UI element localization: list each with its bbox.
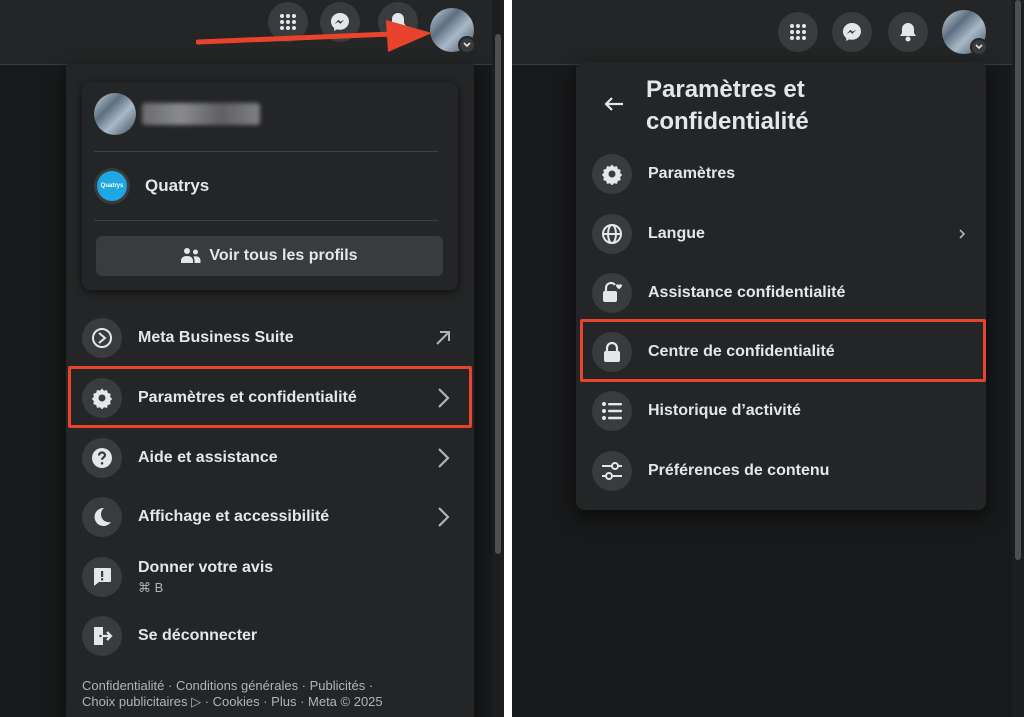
notifications-button[interactable] — [888, 12, 928, 52]
right-screenshot-panel: Paramètres et confidentialité Paramètres… — [512, 0, 1024, 717]
menu-item-label: Historique d’activité — [648, 402, 801, 419]
footer-line-2[interactable]: Choix publicitaires ▷ · Cookies · Plus ·… — [82, 694, 383, 709]
menu-item-content-preferences[interactable]: Préférences de contenu — [592, 445, 972, 497]
chevron-down-icon — [970, 38, 988, 56]
menu-item-language[interactable]: Langue — [592, 208, 972, 260]
chevron-right-icon — [958, 228, 966, 240]
menu-item-help[interactable]: Aide et assistance — [82, 432, 460, 484]
annotation-arrow-icon — [196, 20, 432, 52]
account-avatar-button[interactable] — [430, 8, 476, 54]
menu-item-label: Affichage et accessibilité — [138, 508, 330, 525]
menu-item-display-accessibility[interactable]: Affichage et accessibilité — [82, 491, 460, 543]
menu-item-label: Donner votre avis — [138, 558, 274, 576]
profile-name-blurred — [142, 103, 260, 125]
page-avatar: Quatrys — [94, 168, 130, 204]
menu-item-activity-log[interactable]: Historique d’activité — [592, 385, 972, 437]
bell-icon — [900, 23, 916, 42]
menu-item-label: Préférences de contenu — [648, 462, 830, 479]
menu-item-meta-business-suite[interactable]: Meta Business Suite — [82, 312, 460, 364]
moon-icon — [82, 497, 122, 537]
back-button[interactable] — [594, 84, 634, 124]
menu-item-settings[interactable]: Paramètres — [592, 148, 972, 200]
page-name: Quatrys — [145, 176, 210, 195]
current-profile-row[interactable] — [94, 92, 260, 136]
menu-item-label: Langue — [648, 225, 705, 242]
see-all-profiles-button[interactable]: Voir tous les profils — [96, 236, 443, 276]
menu-item-label: Aide et assistance — [138, 449, 278, 466]
avatar — [94, 93, 136, 135]
menu-item-label: Se déconnecter — [138, 627, 258, 644]
menu-item-label: Assistance confidentialité — [648, 284, 846, 301]
see-all-profiles-label: Voir tous les profils — [209, 247, 358, 264]
highlight-box — [580, 319, 986, 382]
highlight-box — [68, 366, 472, 428]
menu-item-label: Meta Business Suite — [138, 329, 294, 346]
gear-icon — [592, 154, 632, 194]
scrollbar-thumb[interactable] — [495, 34, 501, 554]
scrollbar[interactable] — [1012, 0, 1024, 717]
page-profile-row[interactable]: Quatrys Quatrys — [94, 166, 209, 206]
globe-icon — [592, 214, 632, 254]
footer-links: Confidentialité · Conditions générales ·… — [82, 678, 462, 710]
chevron-right-icon — [436, 447, 450, 469]
profiles-card: Quatrys Quatrys Voir tous les profils — [82, 82, 458, 290]
apps-grid-icon — [790, 24, 806, 40]
help-icon — [82, 438, 122, 478]
arrow-left-icon — [604, 97, 623, 111]
feedback-icon — [82, 557, 122, 597]
menu-item-give-feedback[interactable]: Donner votre avis ⌘ B — [82, 551, 460, 603]
account-avatar-button[interactable] — [942, 10, 988, 56]
menu-item-label: Paramètres — [648, 165, 736, 182]
menu-item-text: Donner votre avis ⌘ B — [138, 559, 273, 596]
apps-grid-button[interactable] — [778, 12, 818, 52]
lock-heart-icon — [592, 273, 632, 313]
sliders-icon — [592, 451, 632, 491]
quatrys-logo: Quatrys — [97, 171, 127, 201]
divider — [94, 151, 438, 152]
settings-privacy-menu: Paramètres et confidentialité Paramètres… — [576, 62, 986, 510]
left-screenshot-panel: Quatrys Quatrys Voir tous les profils Me… — [0, 0, 504, 717]
chevron-right-icon — [436, 506, 450, 528]
scrollbar-thumb[interactable] — [1015, 0, 1021, 560]
top-navigation-bar — [512, 0, 1024, 65]
messenger-icon — [843, 23, 861, 41]
divider — [94, 220, 438, 221]
menu-item-logout[interactable]: Se déconnecter — [82, 610, 460, 662]
chevron-down-icon — [458, 36, 476, 54]
menu-item-privacy-checkup[interactable]: Assistance confidentialité — [592, 267, 972, 319]
messenger-button[interactable] — [832, 12, 872, 52]
logout-icon — [82, 616, 122, 656]
external-arrow-icon — [434, 329, 452, 347]
people-icon — [181, 248, 201, 263]
list-icon — [592, 391, 632, 431]
meta-business-icon — [82, 318, 122, 358]
scrollbar[interactable] — [492, 0, 504, 717]
footer-line-1[interactable]: Confidentialité · Conditions générales ·… — [82, 678, 373, 693]
keyboard-shortcut: ⌘ B — [138, 579, 164, 595]
menu-title: Paramètres et confidentialité — [646, 76, 809, 135]
